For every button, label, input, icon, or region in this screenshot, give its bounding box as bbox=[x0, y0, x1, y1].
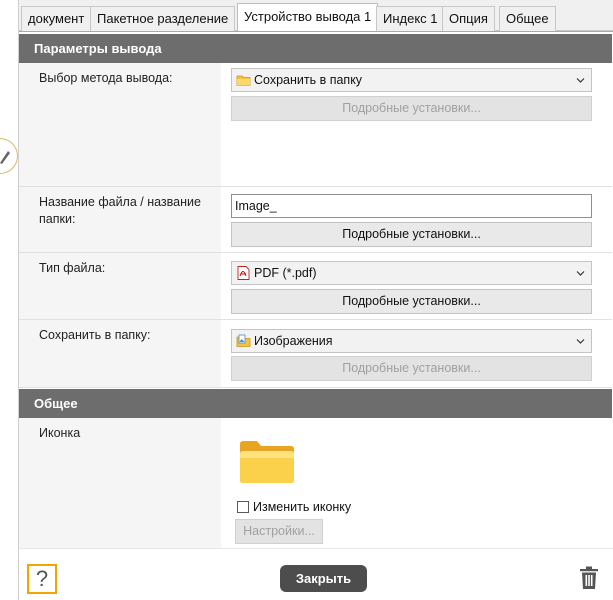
chevron-down-icon bbox=[576, 271, 585, 276]
trash-icon[interactable] bbox=[579, 566, 599, 590]
tab-bar: документ Пакетное разделение Устройство … bbox=[19, 0, 613, 32]
file-name-details-button[interactable]: Подробные установки... bbox=[231, 222, 592, 247]
dialog-footer: ? Закрыть bbox=[19, 548, 613, 600]
output-settings-dialog: документ Пакетное разделение Устройство … bbox=[18, 0, 613, 600]
row-file-type: Тип файла: PDF (*.pdf) Подробные установ… bbox=[19, 253, 612, 320]
icon-settings-button[interactable]: Настройки... bbox=[235, 519, 323, 544]
tab-index-1[interactable]: Индекс 1 bbox=[376, 6, 445, 31]
output-method-details-button[interactable]: Подробные установки... bbox=[231, 96, 592, 121]
file-type-label: Тип файла: bbox=[39, 261, 106, 275]
pen-icon bbox=[0, 151, 10, 164]
close-button[interactable]: Закрыть bbox=[280, 565, 367, 592]
tab-output-device-1[interactable]: Устройство вывода 1 bbox=[237, 3, 379, 32]
tab-content: Параметры вывода Выбор метода вывода: Со… bbox=[19, 31, 613, 549]
output-method-select[interactable]: Сохранить в папку bbox=[231, 68, 592, 92]
change-icon-checkbox[interactable] bbox=[237, 501, 249, 513]
pictures-folder-icon bbox=[236, 334, 251, 347]
row-output-method: Выбор метода вывода: Сохранить в папку П… bbox=[19, 63, 612, 187]
chevron-down-icon bbox=[576, 339, 585, 344]
file-type-select[interactable]: PDF (*.pdf) bbox=[231, 261, 592, 285]
folder-icon bbox=[236, 75, 251, 86]
file-name-input[interactable]: Image_ bbox=[231, 194, 592, 218]
tab-option[interactable]: Опция bbox=[442, 6, 495, 31]
row-icon: Иконка Изменить иконку Настройки... bbox=[19, 418, 612, 549]
pdf-icon bbox=[237, 266, 250, 280]
save-folder-label: Сохранить в папку: bbox=[39, 328, 151, 342]
output-method-label: Выбор метода вывода: bbox=[39, 71, 173, 85]
tab-document[interactable]: документ bbox=[21, 6, 92, 31]
save-folder-value: Изображения bbox=[254, 334, 333, 348]
row-save-folder: Сохранить в папку: Изображения Подробные… bbox=[19, 320, 612, 388]
save-folder-select[interactable]: Изображения bbox=[231, 329, 592, 353]
change-icon-label: Изменить иконку bbox=[253, 500, 352, 514]
icon-label: Иконка bbox=[39, 426, 81, 440]
row-file-name: Название файла / название папки: Image_ … bbox=[19, 187, 612, 253]
background-strip bbox=[0, 0, 18, 600]
section-header-output-params: Параметры вывода bbox=[19, 34, 612, 63]
folder-large-icon bbox=[240, 441, 294, 483]
output-method-value: Сохранить в папку bbox=[254, 73, 363, 87]
file-type-value: PDF (*.pdf) bbox=[254, 266, 317, 280]
file-type-details-button[interactable]: Подробные установки... bbox=[231, 289, 592, 314]
tab-general[interactable]: Общее bbox=[499, 6, 556, 31]
tab-batch-separation[interactable]: Пакетное разделение bbox=[90, 6, 236, 31]
section-header-general: Общее bbox=[19, 389, 612, 418]
chevron-down-icon bbox=[576, 78, 585, 83]
save-folder-details-button[interactable]: Подробные установки... bbox=[231, 356, 592, 381]
help-button[interactable]: ? bbox=[27, 564, 57, 594]
file-name-label: Название файла / название папки: bbox=[39, 195, 201, 226]
